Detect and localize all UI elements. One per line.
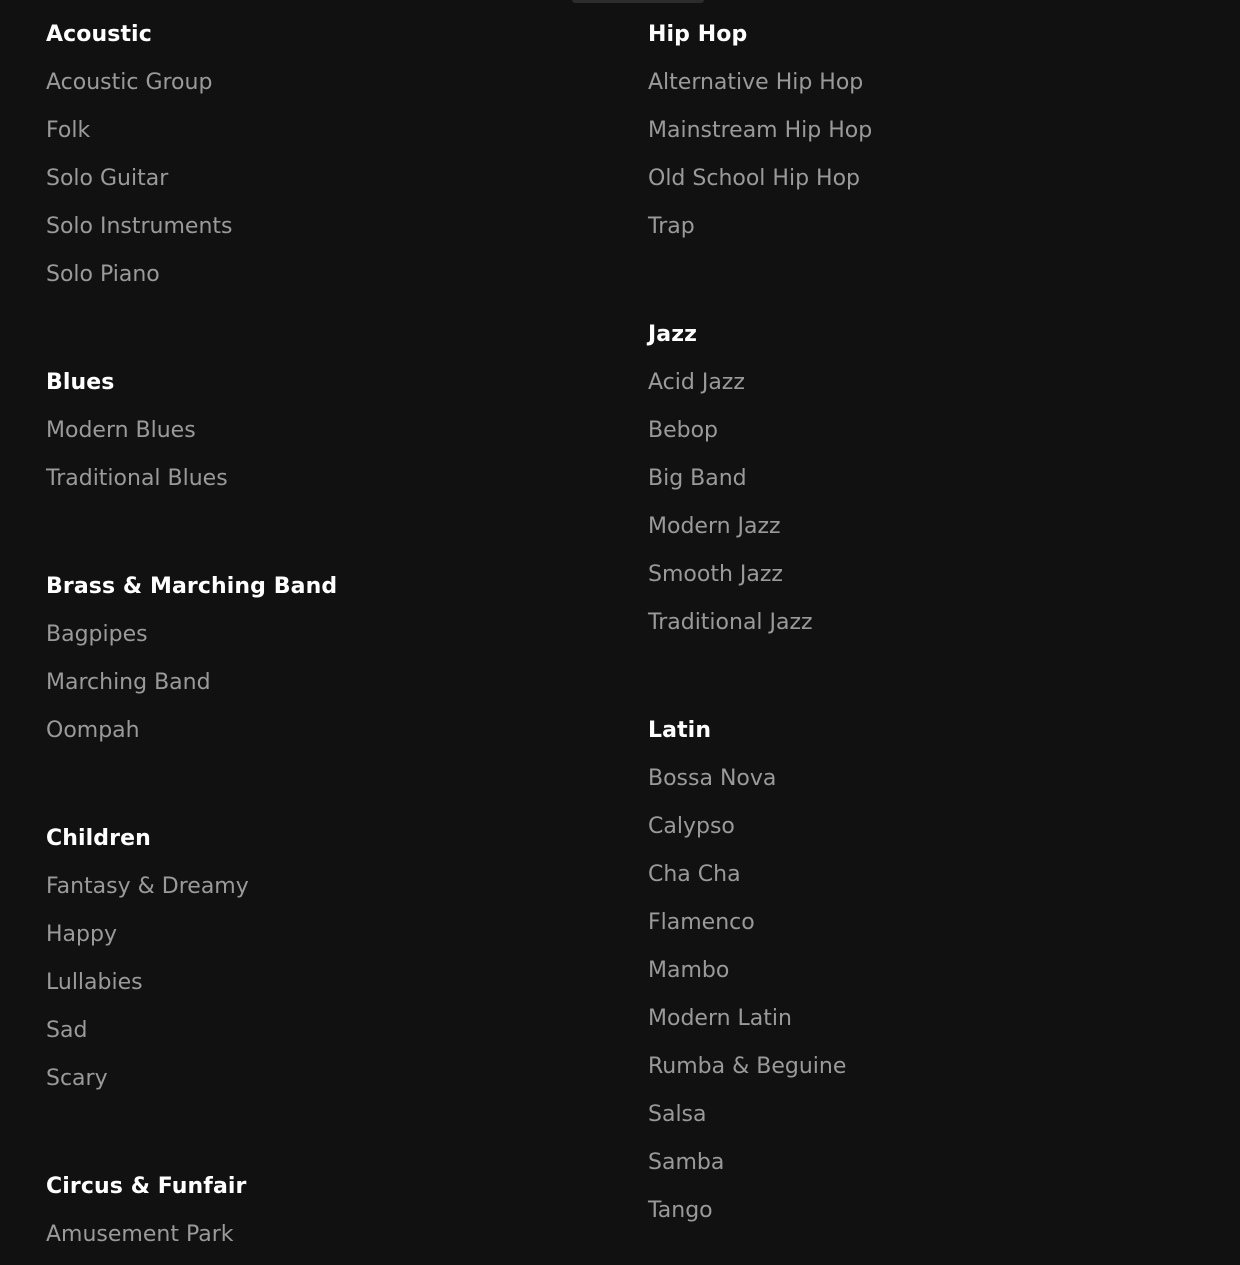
subgenre-link[interactable]: Smooth Jazz (648, 557, 813, 605)
subgenre-link[interactable]: Calypso (648, 809, 846, 857)
subgenre-link[interactable]: Happy (46, 917, 249, 965)
genre-title[interactable]: Latin (648, 713, 711, 749)
subgenre-link[interactable]: Fantasy & Dreamy (46, 869, 249, 917)
genre-title[interactable]: Jazz (648, 317, 697, 353)
subgenre-link[interactable]: Solo Piano (46, 257, 233, 305)
subgenre-link[interactable]: Old School Hip Hop (648, 161, 872, 209)
subgenre-link[interactable]: Traditional Blues (46, 461, 228, 509)
subgenre-list: Acoustic Group Folk Solo Guitar Solo Ins… (46, 65, 233, 305)
subgenre-link[interactable]: Modern Jazz (648, 509, 813, 557)
subgenre-link[interactable]: Amusement Park (46, 1217, 234, 1265)
subgenre-link[interactable]: Acid Jazz (648, 365, 813, 413)
subgenre-link[interactable]: Flamenco (648, 905, 846, 953)
subgenre-list: Bagpipes Marching Band Oompah (46, 617, 211, 761)
genre-title[interactable]: Children (46, 821, 151, 857)
subgenre-list: Amusement Park (46, 1217, 234, 1265)
subgenre-list: Modern Blues Traditional Blues (46, 413, 228, 509)
subgenre-link[interactable]: Folk (46, 113, 233, 161)
subgenre-link[interactable]: Acoustic Group (46, 65, 233, 113)
subgenre-link[interactable]: Modern Blues (46, 413, 228, 461)
subgenre-list: Bossa Nova Calypso Cha Cha Flamenco Mamb… (648, 761, 846, 1241)
subgenre-link[interactable]: Salsa (648, 1097, 846, 1145)
scroll-handle[interactable] (572, 0, 704, 3)
subgenre-link[interactable]: Alternative Hip Hop (648, 65, 872, 113)
subgenre-link[interactable]: Marching Band (46, 665, 211, 713)
subgenre-link[interactable]: Trap (648, 209, 872, 257)
genre-title[interactable]: Acoustic (46, 17, 152, 53)
subgenre-list: Fantasy & Dreamy Happy Lullabies Sad Sca… (46, 869, 249, 1109)
subgenre-link[interactable]: Solo Instruments (46, 209, 233, 257)
subgenre-link[interactable]: Sad (46, 1013, 249, 1061)
subgenre-link[interactable]: Bebop (648, 413, 813, 461)
subgenre-list: Alternative Hip Hop Mainstream Hip Hop O… (648, 65, 872, 257)
subgenre-link[interactable]: Traditional Jazz (648, 605, 813, 653)
genre-title[interactable]: Brass & Marching Band (46, 569, 337, 605)
subgenre-link[interactable]: Rumba & Beguine (648, 1049, 846, 1097)
subgenre-link[interactable]: Cha Cha (648, 857, 846, 905)
subgenre-link[interactable]: Bossa Nova (648, 761, 846, 809)
subgenre-link[interactable]: Oompah (46, 713, 211, 761)
genre-title[interactable]: Circus & Funfair (46, 1169, 247, 1205)
subgenre-link[interactable]: Solo Guitar (46, 161, 233, 209)
subgenre-list: Acid Jazz Bebop Big Band Modern Jazz Smo… (648, 365, 813, 653)
subgenre-link[interactable]: Big Band (648, 461, 813, 509)
subgenre-link[interactable]: Bagpipes (46, 617, 211, 665)
subgenre-link[interactable]: Tango (648, 1193, 846, 1241)
genre-title[interactable]: Hip Hop (648, 17, 747, 53)
subgenre-link[interactable]: Scary (46, 1061, 249, 1109)
subgenre-link[interactable]: Samba (648, 1145, 846, 1193)
genre-title[interactable]: Blues (46, 365, 115, 401)
subgenre-link[interactable]: Modern Latin (648, 1001, 846, 1049)
subgenre-link[interactable]: Lullabies (46, 965, 249, 1013)
subgenre-link[interactable]: Mainstream Hip Hop (648, 113, 872, 161)
subgenre-link[interactable]: Mambo (648, 953, 846, 1001)
